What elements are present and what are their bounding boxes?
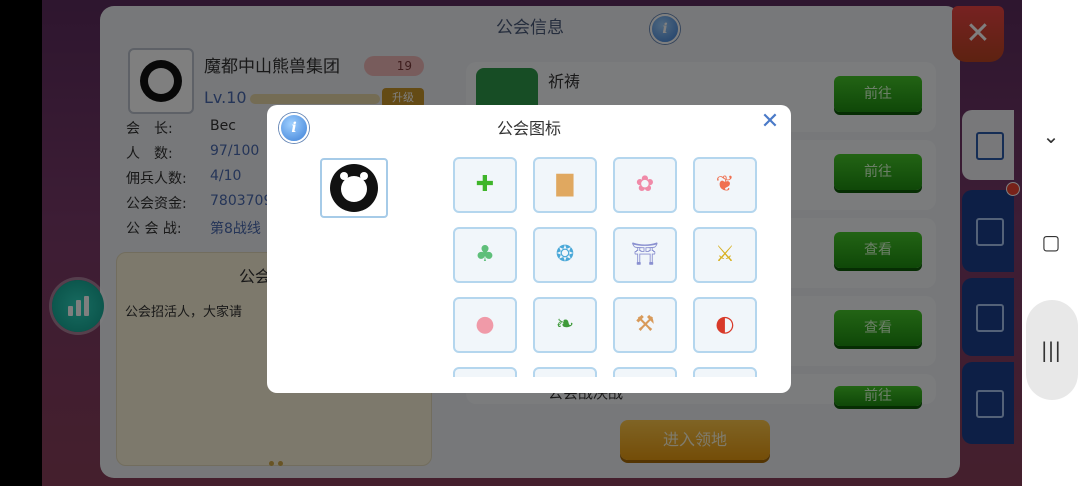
bamboo-icon: ❧ [555, 312, 575, 337]
icon-option[interactable]: ⚔ [693, 227, 757, 283]
icon-option[interactable]: ✿ [613, 157, 677, 213]
dialog-title: 公会图标 [496, 119, 561, 138]
mug-icon: ▇ [556, 172, 574, 197]
icon-option[interactable]: ❦ [693, 157, 757, 213]
wings-icon: ❂ [555, 242, 575, 267]
paw-icon: ❦ [715, 172, 735, 197]
system-nav-bar: ⌄ ▢ ||| [1022, 0, 1080, 486]
flower-icon: ✿ [635, 172, 655, 197]
icon-option[interactable]: ⚒ [613, 297, 677, 353]
add-icon: ✚ [475, 172, 495, 197]
icon-option[interactable] [693, 367, 757, 377]
icon-option[interactable]: ❧ [533, 297, 597, 353]
icon-grid: ✚ ▇ ✿ ❦ ♣ ❂ ⛩ ⚔ ● ❧ ⚒ ◐ [453, 157, 763, 377]
icon-option[interactable] [613, 367, 677, 377]
icon-option[interactable]: ● [453, 297, 517, 353]
icon-option[interactable]: ◐ [693, 297, 757, 353]
icon-option[interactable] [453, 367, 517, 377]
current-emblem [320, 158, 388, 218]
recent-apps-button[interactable]: ||| [1022, 330, 1080, 370]
icon-option[interactable]: ❂ [533, 227, 597, 283]
home-button[interactable]: ▢ [1022, 222, 1080, 262]
icon-option[interactable]: ⛩ [613, 227, 677, 283]
icon-option[interactable] [533, 367, 597, 377]
helmet-icon: ◐ [715, 312, 735, 337]
icon-option[interactable]: ▇ [533, 157, 597, 213]
clover-icon: ♣ [475, 242, 495, 267]
gate-icon: ⛩ [631, 242, 659, 267]
guild-icon-dialog: i 公会图标 ✕ ✚ ▇ ✿ ❦ ♣ ❂ ⛩ ⚔ ● ❧ ⚒ ◐ [267, 105, 791, 393]
hammer-icon: ⚒ [635, 312, 655, 337]
close-icon[interactable]: ✕ [759, 111, 781, 133]
icon-option[interactable]: ✚ [453, 157, 517, 213]
pig-icon: ● [475, 312, 495, 337]
chevron-down-icon[interactable]: ⌄ [1022, 116, 1080, 156]
icon-option[interactable]: ♣ [453, 227, 517, 283]
crossed-swords-icon: ⚔ [715, 242, 735, 267]
